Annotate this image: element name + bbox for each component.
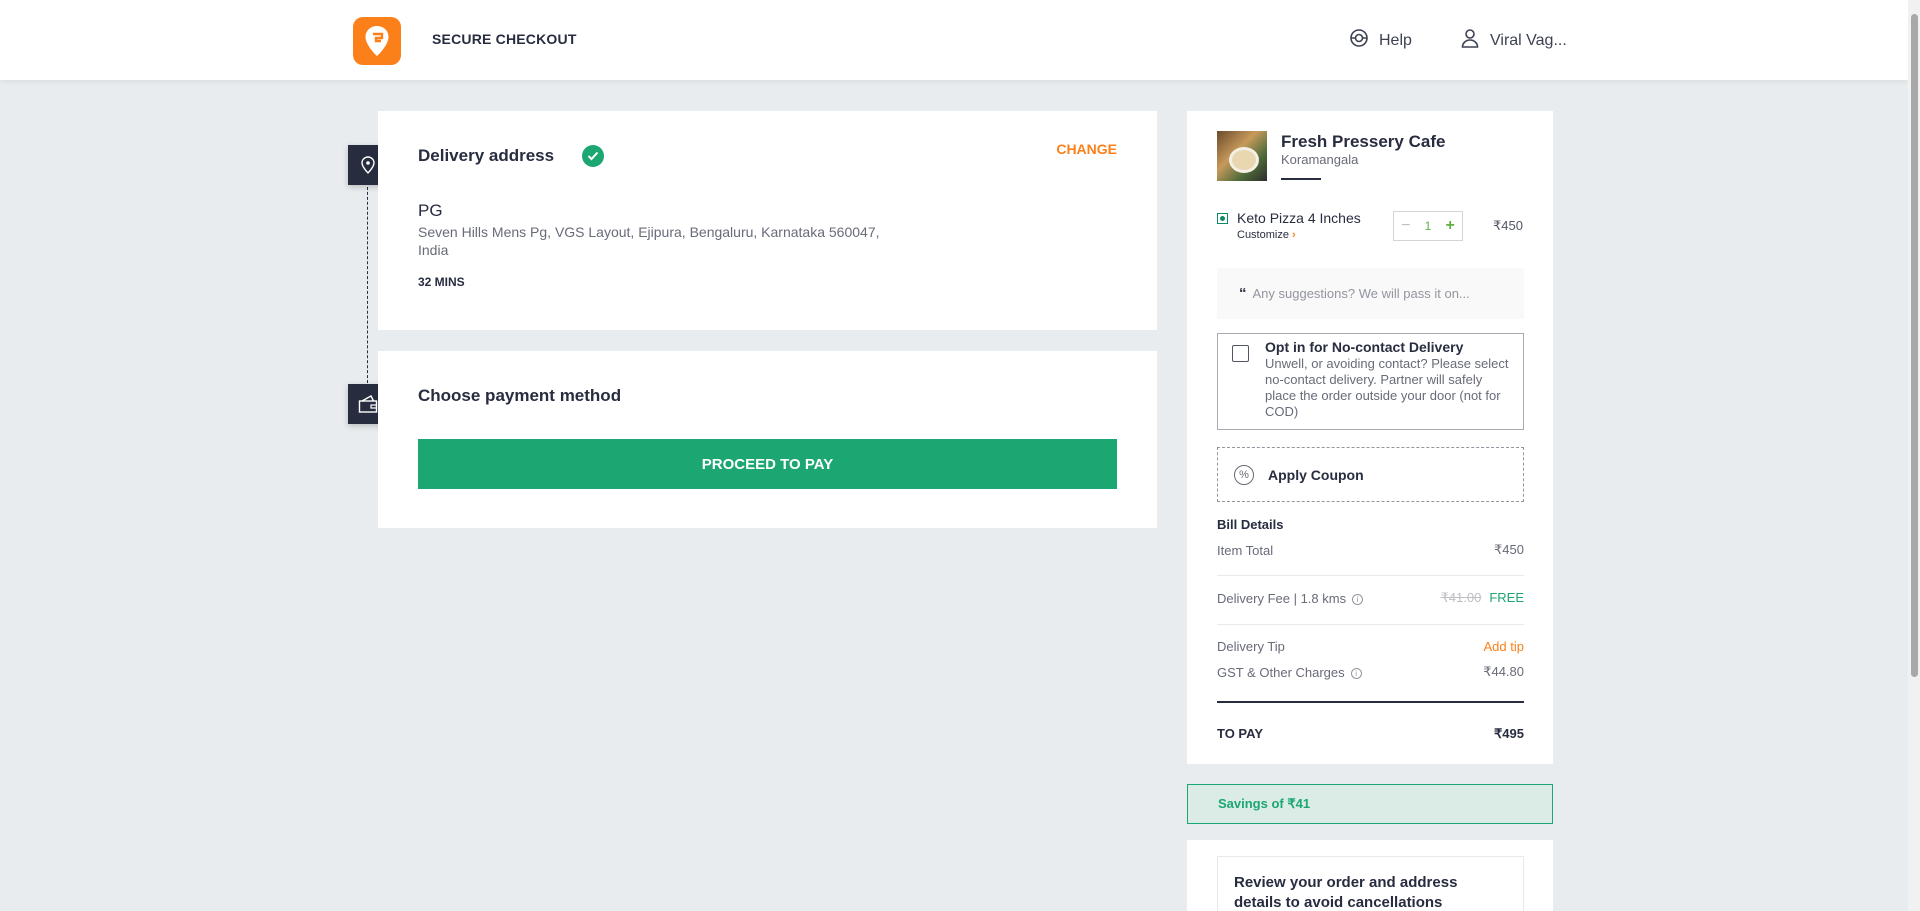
item-total-label: Item Total (1217, 542, 1274, 558)
swiggy-logo-icon[interactable] (353, 17, 401, 65)
decrease-quantity-button[interactable]: − (1401, 217, 1410, 235)
delivery-address-card: Delivery address CHANGE PG Seven Hills M… (378, 111, 1157, 330)
checkmark-icon (582, 145, 604, 167)
total-divider (1217, 701, 1524, 703)
restaurant-name: Fresh Pressery Cafe (1281, 132, 1446, 151)
header: SECURE CHECKOUT Help Viral Vag... (0, 0, 1908, 80)
no-contact-title: Opt in for No-contact Delivery (1265, 339, 1464, 355)
customize-label: Customize (1237, 229, 1289, 241)
suggestions-input[interactable]: “ Any suggestions? We will pass it on... (1217, 268, 1524, 319)
bill-divider (1217, 624, 1524, 625)
item-total-value: ₹450 (1494, 542, 1524, 557)
help-label: Help (1379, 31, 1412, 49)
step-connector (367, 182, 368, 388)
add-tip-button[interactable]: Add tip (1484, 639, 1524, 654)
page-title: SECURE CHECKOUT (432, 31, 577, 47)
bill-row-delivery-fee: Delivery Fee | 1.8 kms i ₹41.00 FREE (1217, 590, 1524, 606)
bill-row-gst: GST & Other Charges i ₹44.80 (1217, 664, 1524, 680)
no-contact-checkbox[interactable] (1232, 345, 1249, 362)
savings-banner: Savings of ₹41 (1187, 784, 1553, 824)
proceed-to-pay-button[interactable]: PROCEED TO PAY (418, 439, 1117, 489)
payment-method-title: Choose payment method (418, 386, 622, 405)
to-pay-label: TO PAY (1217, 726, 1264, 741)
info-icon[interactable]: i (1350, 667, 1362, 679)
increase-quantity-button[interactable]: + (1446, 217, 1455, 235)
bill-row-delivery-tip: Delivery Tip Add tip (1217, 639, 1524, 654)
to-pay-row: TO PAY ₹495 (1217, 726, 1524, 742)
customize-link[interactable]: Customize › (1237, 229, 1296, 241)
address-label: PG (418, 201, 443, 220)
chevron-right-icon: › (1292, 229, 1296, 241)
coupon-percent-icon: % (1234, 464, 1254, 485)
restaurant-image (1217, 131, 1267, 181)
restaurant-area: Koramangala (1281, 152, 1359, 167)
address-text: Seven Hills Mens Pg, VGS Layout, Ejipura… (418, 224, 880, 258)
quantity-value: 1 (1424, 219, 1432, 233)
bill-divider (1217, 575, 1524, 576)
help-link[interactable]: Help (1349, 28, 1412, 53)
delivery-fee-original: ₹41.00 (1440, 590, 1482, 605)
delivery-fee-label: Delivery Fee | 1.8 kms (1217, 590, 1347, 606)
info-icon[interactable]: i (1352, 593, 1364, 605)
cart-card: Fresh Pressery Cafe Koramangala Keto Piz… (1187, 111, 1553, 764)
review-notice-card: Review your order and address details to… (1187, 840, 1553, 911)
lifebuoy-icon (1349, 28, 1369, 53)
veg-indicator-icon (1217, 213, 1228, 224)
suggestions-placeholder: Any suggestions? We will pass it on... (1252, 286, 1470, 301)
user-menu[interactable]: Viral Vag... (1460, 28, 1567, 53)
apply-coupon-button[interactable]: % Apply Coupon (1217, 447, 1524, 502)
page-scrollbar[interactable] (1908, 0, 1920, 911)
no-contact-description: Unwell, or avoiding contact? Please sele… (1265, 356, 1509, 419)
apply-coupon-label: Apply Coupon (1268, 466, 1364, 483)
delivery-tip-label: Delivery Tip (1217, 639, 1285, 654)
payment-method-card: Choose payment method PROCEED TO PAY (378, 351, 1157, 528)
cart-item-name: Keto Pizza 4 Inches (1237, 210, 1361, 226)
gst-value: ₹44.80 (1483, 664, 1524, 679)
quantity-stepper: − 1 + (1393, 211, 1463, 241)
scrollbar-thumb[interactable] (1911, 14, 1918, 677)
restaurant-underline (1281, 178, 1321, 180)
to-pay-value: ₹495 (1494, 726, 1524, 741)
cart-item-price: ₹450 (1493, 218, 1523, 233)
bill-row-item-total: Item Total ₹450 (1217, 542, 1524, 558)
user-icon (1460, 28, 1480, 53)
delivery-fee-value: FREE (1489, 590, 1524, 605)
delivery-address-title: Delivery address (418, 146, 555, 165)
delivery-eta: 32 MINS (418, 275, 465, 289)
review-notice-text: Review your order and address details to… (1217, 856, 1524, 911)
bill-details-title: Bill Details (1217, 517, 1284, 532)
user-name: Viral Vag... (1490, 31, 1567, 49)
no-contact-delivery-option: Opt in for No-contact Delivery Unwell, o… (1217, 333, 1524, 430)
change-address-button[interactable]: CHANGE (1056, 141, 1117, 157)
gst-label: GST & Other Charges (1217, 664, 1345, 680)
quote-icon: “ (1239, 285, 1247, 302)
